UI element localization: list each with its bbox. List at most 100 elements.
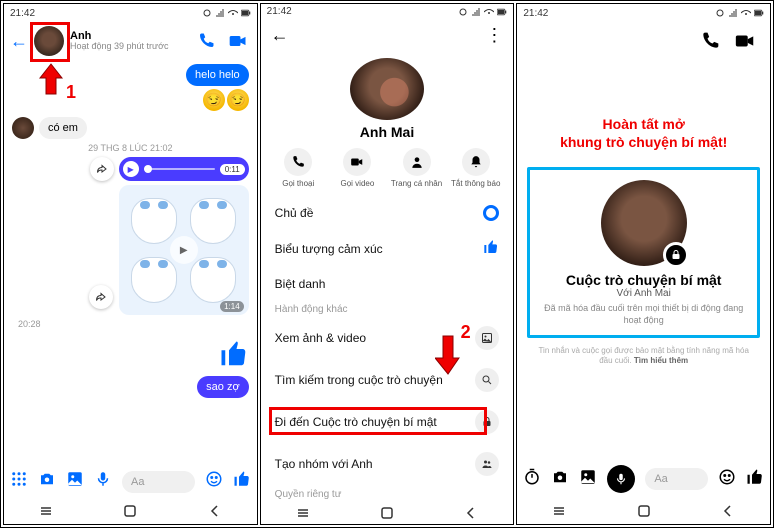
screen-settings: 21:42 ← ⋮ Anh Mai Gọi thoại Gọi video Tr… <box>260 3 515 525</box>
android-nav <box>517 498 770 524</box>
like-icon[interactable] <box>746 468 764 491</box>
voice-msg: ▶ 0:11 <box>90 157 249 181</box>
menu-section: Quyền riêng tư <box>261 485 514 502</box>
annotation-box-2 <box>269 407 487 435</box>
nav-menu-icon[interactable] <box>294 504 312 522</box>
learn-more-link[interactable]: Tìm hiểu thêm <box>634 356 688 365</box>
sticker-frame <box>190 198 236 244</box>
bell-icon <box>462 148 490 176</box>
timer-icon[interactable] <box>523 468 541 491</box>
action-video[interactable]: Gọi video <box>328 148 387 188</box>
secret-card: Cuộc trò chuyện bí mật Với Anh Mai Đã mã… <box>527 167 760 337</box>
secret-header <box>517 22 770 65</box>
back-icon[interactable]: ← <box>271 25 289 46</box>
menu-emoji[interactable]: Biểu tượng cảm xúc <box>261 230 514 268</box>
nav-home-icon[interactable] <box>635 502 653 520</box>
mic-icon[interactable] <box>607 465 635 493</box>
msg-row-coem: có em <box>12 117 249 139</box>
share-icon[interactable] <box>89 285 113 309</box>
menu-group[interactable]: Tạo nhóm với Anh <box>261 443 514 485</box>
nav-back-icon[interactable] <box>206 502 224 520</box>
gallery-icon[interactable] <box>66 470 84 493</box>
msg-coem: có em <box>39 117 87 139</box>
status-bar: 21:42 <box>517 4 770 22</box>
sticker-video[interactable]: ▶ 1:14 <box>119 185 249 315</box>
timestamp-1: 29 THG 8 LÚC 21:02 <box>12 143 249 153</box>
annotation-arrow-1 <box>38 62 64 96</box>
contact-status: Hoạt động 39 phút trước <box>70 42 187 52</box>
menu-media[interactable]: Xem ảnh & video <box>261 317 514 359</box>
menu-nickname[interactable]: Biệt danh <box>261 268 514 300</box>
status-time: 21:42 <box>10 8 35 19</box>
lock-badge-icon <box>663 242 689 268</box>
share-icon[interactable] <box>90 157 114 181</box>
annotation-num-1: 1 <box>66 82 76 103</box>
sticker-frame <box>190 257 236 303</box>
play-icon[interactable]: ▶ <box>123 161 139 177</box>
contact-title[interactable]: Anh Hoạt động 39 phút trước <box>70 30 187 52</box>
msg-hello: helo helo <box>186 64 249 86</box>
action-call[interactable]: Gọi thoại <box>269 148 328 188</box>
call-icon[interactable] <box>700 31 720 56</box>
nav-home-icon[interactable] <box>378 504 396 522</box>
secret-title: Cuộc trò chuyện bí mật <box>540 272 747 288</box>
search-icon <box>475 368 499 392</box>
video-duration: 1:14 <box>220 301 244 312</box>
msg-reply: sao zợ <box>197 376 249 398</box>
video-icon[interactable] <box>225 28 251 54</box>
annotation-arrow-2 <box>435 334 461 376</box>
apps-icon[interactable] <box>10 470 28 493</box>
smirk-emoji: 😏 <box>227 89 249 111</box>
play-video-icon[interactable]: ▶ <box>170 236 198 264</box>
action-row: Gọi thoại Gọi video Trang cá nhân Tắt th… <box>261 148 514 196</box>
voice-bar[interactable]: ▶ 0:11 <box>119 157 249 181</box>
back-icon[interactable]: ← <box>10 31 28 52</box>
chat-body: helo helo 😏 😏 có em 29 THG 8 LÚC 21:02 ▶… <box>4 60 257 465</box>
nav-back-icon[interactable] <box>719 502 737 520</box>
emoji-icon[interactable] <box>718 468 736 491</box>
video-icon <box>343 148 371 176</box>
video-icon[interactable] <box>734 30 756 57</box>
settings-menu: Chủ đề Biểu tượng cảm xúc Biệt danh Hành… <box>261 196 514 502</box>
screen-secret: 21:42 Hoàn tất mở khung trò chuyện bí mậ… <box>516 3 771 525</box>
nav-menu-icon[interactable] <box>550 502 568 520</box>
thumb-icon <box>483 239 499 259</box>
annotation-box-1 <box>30 22 70 62</box>
menu-search[interactable]: Tìm kiếm trong cuộc trò chuyện <box>261 359 514 401</box>
android-nav <box>4 498 257 524</box>
status-right <box>458 7 507 17</box>
timestamp-2: 20:28 <box>18 319 249 329</box>
profile-name: Anh Mai <box>261 124 514 140</box>
camera-icon[interactable] <box>551 468 569 491</box>
emoji-icon[interactable] <box>205 470 223 493</box>
thumb-sticker <box>219 339 249 372</box>
message-input[interactable]: Aa <box>645 468 708 490</box>
mic-icon[interactable] <box>94 470 112 493</box>
sticker-frame <box>131 198 177 244</box>
action-mute[interactable]: Tắt thông báo <box>446 148 505 188</box>
call-icon[interactable] <box>193 28 219 54</box>
profile-avatar[interactable] <box>350 58 424 120</box>
nav-menu-icon[interactable] <box>37 502 55 520</box>
like-icon[interactable] <box>233 470 251 493</box>
annotation-num-2: 2 <box>461 322 471 343</box>
phone-icon <box>284 148 312 176</box>
message-input[interactable]: Aa <box>122 471 195 493</box>
menu-theme[interactable]: Chủ đề <box>261 196 514 230</box>
more-icon[interactable]: ⋮ <box>485 25 503 46</box>
composer: Aa <box>4 465 257 498</box>
nav-home-icon[interactable] <box>121 502 139 520</box>
settings-header: ← ⋮ <box>261 19 514 52</box>
action-profile[interactable]: Trang cá nhân <box>387 148 446 188</box>
sender-avatar <box>12 117 34 139</box>
secret-with: Với Anh Mai <box>540 288 747 299</box>
gallery-icon[interactable] <box>579 468 597 491</box>
voice-track[interactable] <box>144 168 215 170</box>
status-time: 21:42 <box>523 8 548 19</box>
status-right <box>202 8 251 18</box>
person-icon <box>403 148 431 176</box>
status-time: 21:42 <box>267 6 292 17</box>
nav-back-icon[interactable] <box>462 504 480 522</box>
emoji-reactions: 😏 😏 <box>203 89 249 111</box>
camera-icon[interactable] <box>38 470 56 493</box>
